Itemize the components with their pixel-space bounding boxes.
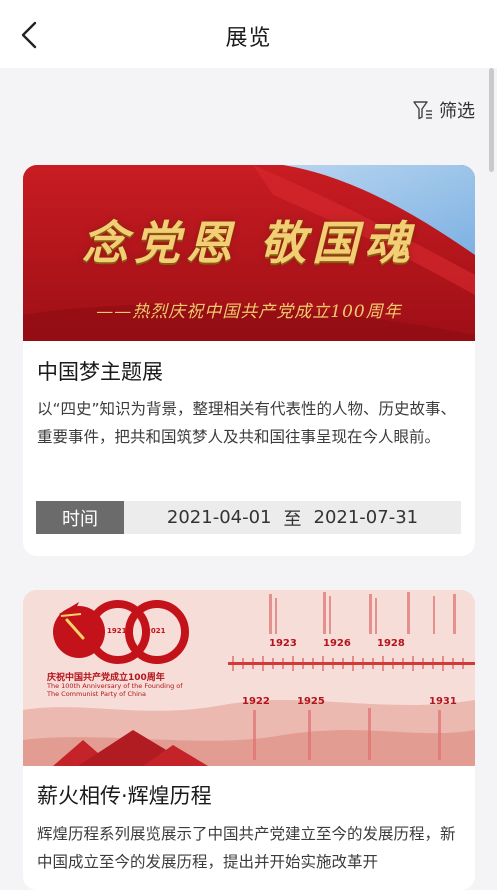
- exhibition-title: 薪火相传·辉煌历程: [37, 784, 212, 808]
- filter-label: 筛选: [439, 101, 475, 122]
- page-title: 展览: [225, 26, 272, 51]
- timeline-year: 1928: [377, 638, 405, 649]
- timeline-year: 1925: [297, 696, 325, 707]
- scrollbar[interactable]: [489, 68, 494, 172]
- logo-year-end: 2021: [146, 627, 166, 635]
- timeline-year: 1931: [429, 696, 457, 707]
- exhibition-card[interactable]: 1921 2021 庆祝中国共产党成立100周年 The 100th Anniv…: [23, 590, 475, 890]
- time-range: 2021-04-01 至 2021-07-31: [124, 501, 461, 534]
- date-separator: 至: [283, 508, 302, 530]
- start-date: 2021-04-01: [166, 507, 272, 528]
- timeline-year: 1922: [242, 696, 270, 707]
- banner-title: 念党恩 敬国魂: [81, 216, 416, 270]
- exhibition-description: 辉煌历程系列展览展示了中国共产党建立至今的发展历程，新中国成立至今的发展历程，提…: [37, 825, 456, 871]
- top-navigation-bar: 展览: [0, 0, 497, 68]
- filter-button[interactable]: 筛选: [412, 97, 475, 123]
- timeline-year: 1926: [323, 638, 351, 649]
- banner-subtitle: ——热烈庆祝中国共产党成立100周年: [96, 302, 402, 322]
- exhibition-description: 以“四史”知识为背景，整理相关有代表性的人物、历史故事、重要事件，把共和国筑梦人…: [37, 400, 457, 446]
- logo-caption-en: The 100th Anniversary of the Founding of…: [47, 682, 183, 698]
- end-date: 2021-07-31: [313, 507, 419, 528]
- logo-year-start: 1921: [107, 627, 127, 635]
- timeline-year: 1923: [269, 638, 297, 649]
- exhibition-time-row: 时间 2021-04-01 至 2021-07-31: [36, 501, 461, 534]
- exhibition-card[interactable]: 念党恩 敬国魂 ——热烈庆祝中国共产党成立100周年 中国梦主题展 以“四史”知…: [23, 165, 475, 556]
- filter-icon: [413, 101, 432, 120]
- exhibition-banner-image: 1921 2021 庆祝中国共产党成立100周年 The 100th Anniv…: [23, 590, 475, 766]
- time-label: 时间: [36, 501, 124, 534]
- exhibition-banner-image: 念党恩 敬国魂 ——热烈庆祝中国共产党成立100周年: [23, 165, 475, 341]
- exhibition-title: 中国梦主题展: [37, 360, 163, 384]
